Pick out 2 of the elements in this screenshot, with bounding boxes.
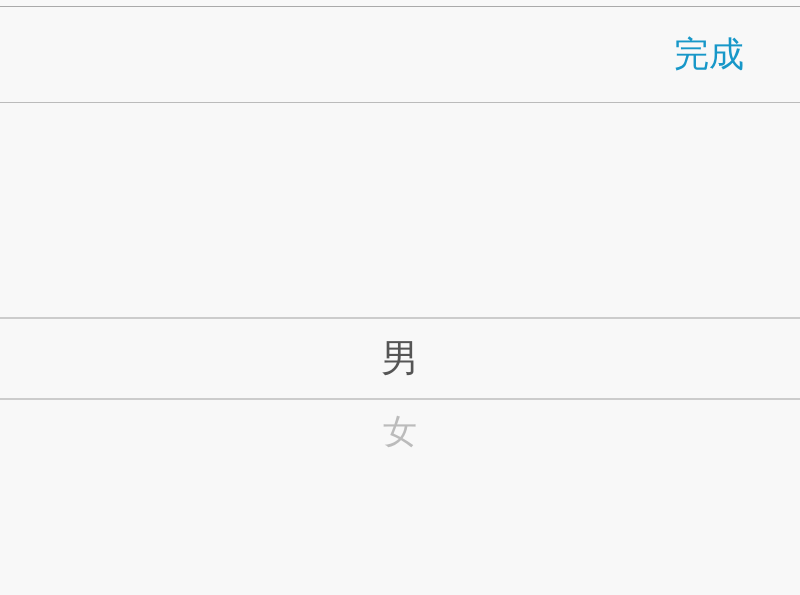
picker-option[interactable]: 男 (0, 317, 800, 400)
picker[interactable]: 男 女 (0, 103, 800, 595)
